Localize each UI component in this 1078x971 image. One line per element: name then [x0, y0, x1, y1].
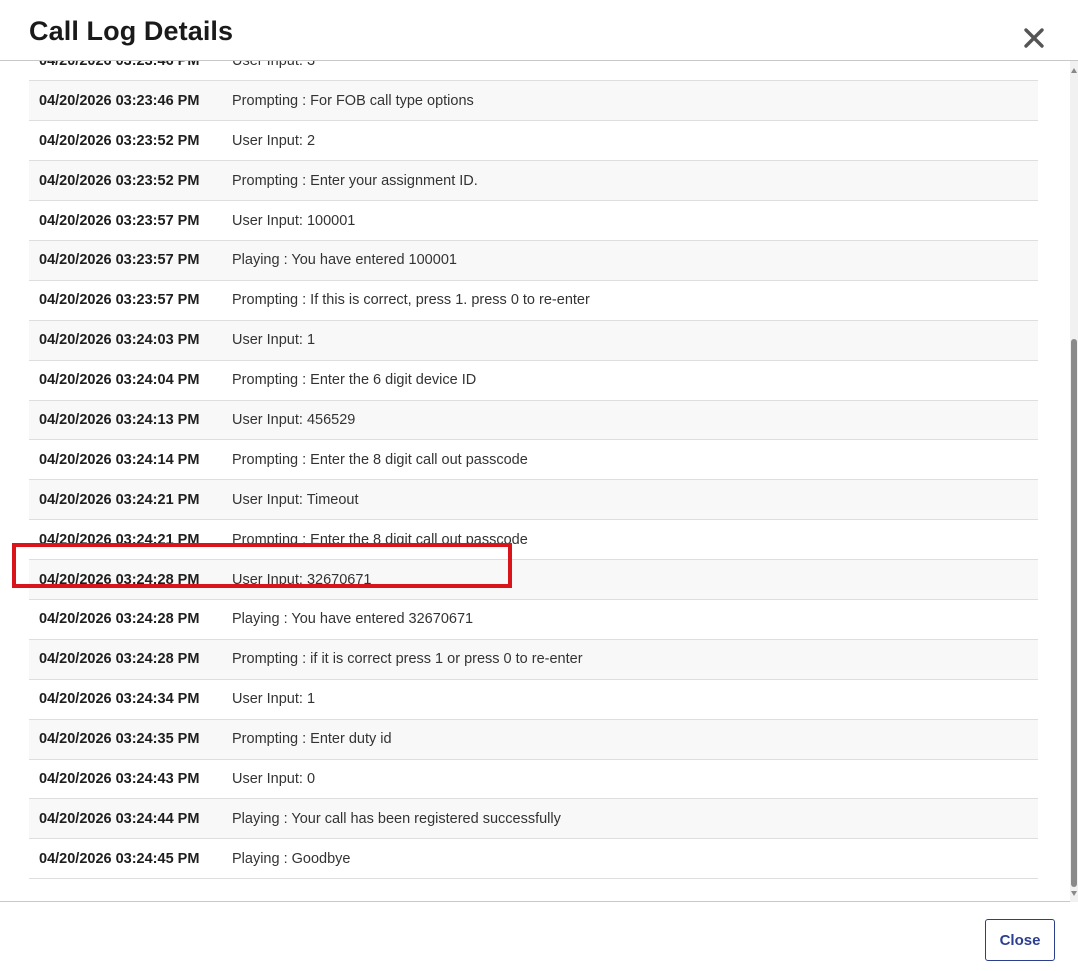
log-row: 04/20/2026 03:24:03 PM User Input: 1 — [29, 320, 1038, 361]
log-timestamp: 04/20/2026 03:24:21 PM — [39, 491, 200, 508]
dialog-footer: Close — [0, 901, 1078, 971]
log-message: Prompting : Enter your assignment ID. — [232, 172, 478, 189]
log-timestamp: 04/20/2026 03:24:03 PM — [39, 332, 200, 349]
log-timestamp: 04/20/2026 03:24:45 PM — [39, 850, 200, 867]
log-row: 04/20/2026 03:23:57 PM Prompting : If thi… — [29, 280, 1038, 321]
log-timestamp: 04/20/2026 03:24:44 PM — [39, 810, 200, 827]
close-icon[interactable] — [1018, 22, 1050, 54]
log-message: Prompting : Enter the 8 digit call out p… — [232, 451, 528, 468]
close-button[interactable]: Close — [985, 919, 1055, 961]
log-row: 04/20/2026 03:23:57 PM Playing : You have… — [29, 240, 1038, 281]
log-timestamp: 04/20/2026 03:23:52 PM — [39, 172, 200, 189]
log-row: 04/20/2026 03:24:35 PM Prompting : Enter … — [29, 719, 1038, 760]
log-timestamp: 04/20/2026 03:24:35 PM — [39, 731, 200, 748]
log-row: 04/20/2026 03:24:28 PM User Input: 326706… — [29, 559, 1038, 600]
log-message: User Input: 0 — [232, 770, 316, 787]
log-timestamp: 04/20/2026 03:23:46 PM — [39, 92, 200, 109]
dialog-header: Call Log Details — [0, 0, 1078, 61]
log-message: Prompting : if it is correct press 1 or … — [232, 651, 583, 668]
log-message: User Input: 3 — [232, 61, 1038, 81]
log-message: User Input: 100001 — [232, 212, 356, 229]
log-timestamp: 04/20/2026 03:23:52 PM — [39, 132, 200, 149]
log-message: User Input: Timeout — [232, 491, 359, 508]
vertical-scrollbar[interactable] — [1070, 61, 1078, 902]
log-timestamp: 04/20/2026 03:24:14 PM — [39, 451, 200, 468]
log-message: User Input: 456529 — [232, 411, 356, 428]
dialog-title: Call Log Details — [29, 16, 234, 46]
scroll-up-arrow-icon[interactable] — [1071, 68, 1077, 73]
log-row: 04/20/2026 03:24:13 PM User Input: 456529 — [29, 400, 1038, 440]
log-timestamp: 04/20/2026 03:24:04 PM — [39, 372, 200, 389]
log-timestamp: 04/20/2026 03:23:57 PM — [39, 212, 200, 229]
log-timestamp: 04/20/2026 03:23:46 PM — [29, 61, 232, 81]
log-timestamp: 04/20/2026 03:24:28 PM — [39, 611, 200, 628]
log-message: Prompting : For FOB call type options — [232, 92, 474, 109]
log-message: Playing : Your call has been registered … — [232, 810, 561, 827]
log-row: 04/20/2026 03:24:28 PM Playing : You have… — [29, 599, 1038, 640]
log-message: Playing : You have entered 32670671 — [232, 611, 474, 628]
log-row: 04/20/2026 03:24:34 PM User Input: 1 — [29, 679, 1038, 720]
call-log-table: 04/20/2026 03:23:46 PMUser Input: 304/20… — [29, 61, 1038, 879]
log-message: User Input: 32670671 — [232, 571, 372, 588]
call-log-list[interactable]: 04/20/2026 03:23:46 PMUser Input: 304/20… — [0, 61, 1078, 902]
scrollbar-thumb[interactable] — [1071, 339, 1077, 887]
log-row: 04/20/2026 03:23:52 PM User Input: 2 — [29, 120, 1038, 161]
log-message: Prompting : Enter duty id — [232, 731, 392, 748]
log-message: Prompting : Enter the 6 digit device ID — [232, 372, 477, 389]
log-row: 04/20/2026 03:24:21 PM User Input: Timeou… — [29, 479, 1038, 520]
log-row: 04/20/2026 03:24:44 PM Playing : Your cal… — [29, 798, 1038, 839]
log-timestamp: 04/20/2026 03:24:13 PM — [39, 411, 200, 428]
log-timestamp: 04/20/2026 03:23:57 PM — [39, 252, 200, 269]
log-row: 04/20/2026 03:24:28 PM Prompting : if it … — [29, 639, 1038, 680]
log-row: 04/20/2026 03:23:46 PM Prompting : For FO… — [29, 80, 1038, 121]
log-timestamp: 04/20/2026 03:24:34 PM — [39, 691, 200, 708]
log-row: 04/20/2026 03:24:04 PM Prompting : Enter … — [29, 360, 1038, 401]
log-row: 04/20/2026 03:24:21 PM Prompting : Enter … — [29, 519, 1038, 560]
scroll-down-arrow-icon[interactable] — [1071, 891, 1077, 896]
log-row: 04/20/2026 03:23:52 PM Prompting : Enter … — [29, 160, 1038, 201]
log-message: Playing : Goodbye — [232, 850, 351, 867]
log-row: 04/20/2026 03:23:57 PM User Input: 100001 — [29, 200, 1038, 241]
log-message: User Input: 2 — [232, 132, 316, 149]
log-message: Prompting : Enter the 8 digit call out p… — [232, 531, 528, 548]
log-timestamp: 04/20/2026 03:24:28 PM — [39, 651, 200, 668]
log-timestamp: 04/20/2026 03:24:43 PM — [39, 770, 200, 787]
log-message: Prompting : If this is correct, press 1.… — [232, 292, 590, 309]
log-message: User Input: 1 — [232, 691, 316, 708]
log-timestamp: 04/20/2026 03:24:28 PM — [39, 571, 200, 588]
log-row: 04/20/2026 03:23:46 PMUser Input: 3 — [29, 61, 1038, 81]
log-timestamp: 04/20/2026 03:23:57 PM — [39, 292, 200, 309]
log-row: 04/20/2026 03:24:14 PM Prompting : Enter … — [29, 439, 1038, 480]
log-timestamp: 04/20/2026 03:24:21 PM — [39, 531, 200, 548]
log-row: 04/20/2026 03:24:45 PM Playing : Goodbye — [29, 838, 1038, 879]
call-log-dialog: Call Log Details 04/20/2026 03:23:46 PMU… — [0, 0, 1078, 971]
log-message: User Input: 1 — [232, 332, 316, 349]
log-row: 04/20/2026 03:24:43 PM User Input: 0 — [29, 759, 1038, 799]
log-message: Playing : You have entered 100001 — [232, 252, 457, 269]
